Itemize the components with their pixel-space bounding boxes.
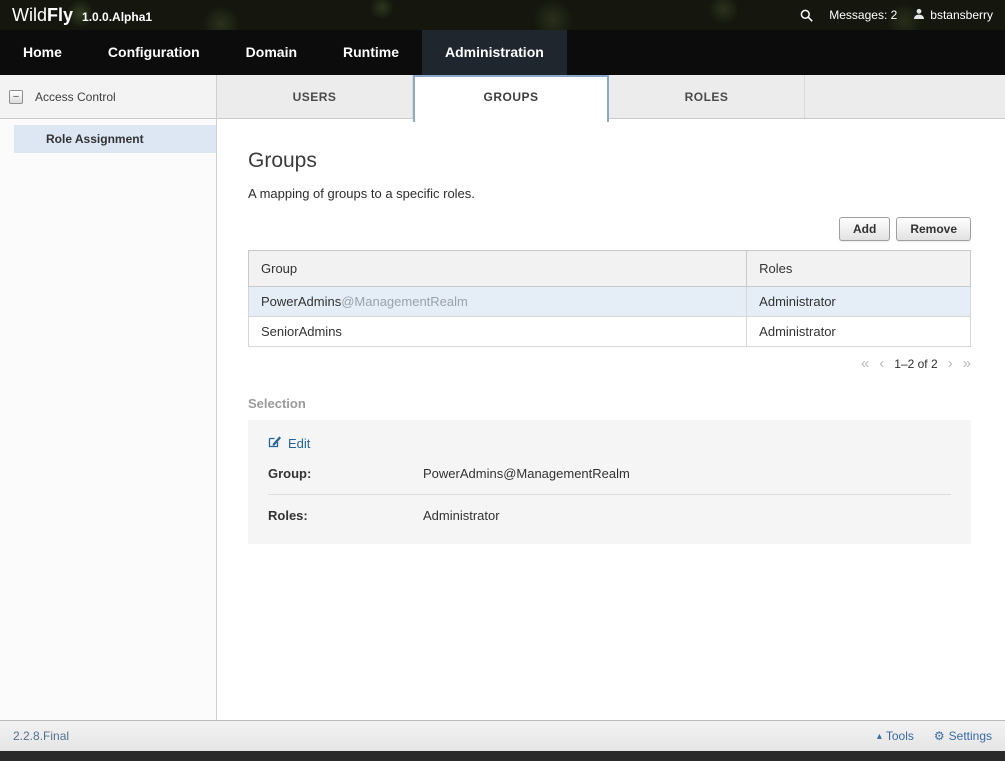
next-page-button[interactable]: › [948, 356, 953, 371]
column-header-group[interactable]: Group [249, 251, 747, 287]
nav-item-administration[interactable]: Administration [422, 30, 567, 75]
column-header-roles[interactable]: Roles [747, 251, 971, 287]
group-realm: @ManagementRealm [341, 294, 468, 309]
field-label: Group: [268, 466, 423, 481]
group-name: PowerAdmins [261, 294, 341, 309]
field-label: Roles: [268, 508, 423, 523]
wildfly-admin-console: WildFly 1.0.0.Alpha1 Messages: 2 bstansb… [0, 0, 1005, 761]
footer: 2.2.8.Final ▴ Tools ⚙ Settings [0, 720, 1005, 751]
username-label: bstansberry [930, 8, 993, 22]
page-title: Groups [248, 149, 971, 173]
header-actions: Messages: 2 bstansberry [800, 8, 993, 23]
cell-group: PowerAdmins@ManagementRealm [249, 287, 747, 317]
pagination-label: 1–2 of 2 [894, 357, 937, 371]
nav-item-configuration[interactable]: Configuration [85, 30, 223, 75]
main-nav: Home Configuration Domain Runtime Admini… [0, 30, 1005, 75]
field-value: Administrator [423, 508, 500, 523]
sidebar-item-role-assignment[interactable]: Role Assignment [14, 125, 216, 153]
tools-arrow-icon: ▴ [877, 731, 882, 742]
brand-fly: Fly [47, 5, 73, 26]
brand-version: 1.0.0.Alpha1 [82, 10, 152, 24]
nav-item-runtime[interactable]: Runtime [320, 30, 422, 75]
top-header: WildFly 1.0.0.Alpha1 Messages: 2 bstansb… [0, 0, 1005, 30]
search-icon[interactable] [800, 9, 813, 22]
table-header-row: Group Roles [249, 251, 971, 287]
gear-icon: ⚙ [934, 729, 945, 743]
page-subtitle: A mapping of groups to a specific roles. [248, 186, 971, 201]
table-row-poweradmins[interactable]: PowerAdmins@ManagementRealm Administrato… [249, 287, 971, 317]
selection-title: Selection [248, 396, 971, 411]
group-name: SeniorAdmins [261, 324, 342, 339]
user-menu[interactable]: bstansberry [913, 8, 993, 23]
footer-version: 2.2.8.Final [13, 729, 69, 743]
nav-item-home[interactable]: Home [0, 30, 85, 75]
tab-groups[interactable]: GROUPS [413, 75, 609, 122]
user-icon [913, 8, 925, 23]
field-value: PowerAdmins@ManagementRealm [423, 466, 630, 481]
brand-logo: WildFly 1.0.0.Alpha1 [12, 5, 152, 26]
messages-indicator[interactable]: Messages: 2 [829, 8, 897, 22]
add-button[interactable]: Add [839, 217, 890, 241]
sidebar-section-title: Access Control [35, 90, 116, 104]
edit-icon [268, 435, 282, 451]
last-page-button[interactable]: » [963, 356, 971, 371]
body: − Access Control Role Assignment USERS G… [0, 75, 1005, 720]
brand-wild: Wild [12, 5, 47, 26]
tab-roles[interactable]: ROLES [609, 75, 805, 118]
cell-roles: Administrator [747, 287, 971, 317]
edit-button[interactable]: Edit [268, 435, 310, 451]
first-page-button[interactable]: « [861, 356, 869, 371]
pagination: « ‹ 1–2 of 2 › » [248, 356, 971, 371]
selection-field-group: Group: PowerAdmins@ManagementRealm [268, 453, 951, 494]
nav-item-domain[interactable]: Domain [223, 30, 320, 75]
selection-field-roles: Roles: Administrator [268, 494, 951, 536]
tab-users[interactable]: USERS [217, 75, 413, 118]
prev-page-button[interactable]: ‹ [879, 356, 884, 371]
tab-strip: USERS GROUPS ROLES [217, 75, 1005, 119]
main-panel: USERS GROUPS ROLES Groups A mapping of g… [217, 75, 1005, 720]
groups-table: Group Roles PowerAdmins@ManagementRealm … [248, 250, 971, 347]
tools-label: Tools [886, 729, 914, 743]
cell-group: SeniorAdmins [249, 317, 747, 347]
settings-link[interactable]: ⚙ Settings [934, 729, 992, 743]
table-actions: Add Remove [248, 217, 971, 241]
content-area: Groups A mapping of groups to a specific… [217, 119, 1005, 720]
sidebar: − Access Control Role Assignment [0, 75, 217, 720]
tools-link[interactable]: ▴ Tools [877, 729, 914, 743]
footer-links: ▴ Tools ⚙ Settings [877, 729, 992, 743]
window-bottom-edge [0, 751, 1005, 761]
sidebar-section-header: − Access Control [0, 75, 216, 119]
selection-panel: Edit Group: PowerAdmins@ManagementRealm … [248, 420, 971, 544]
remove-button[interactable]: Remove [896, 217, 971, 241]
table-row-senioradmins[interactable]: SeniorAdmins Administrator [249, 317, 971, 347]
collapse-icon[interactable]: − [9, 90, 23, 104]
settings-label: Settings [949, 729, 992, 743]
edit-label: Edit [288, 436, 310, 451]
cell-roles: Administrator [747, 317, 971, 347]
